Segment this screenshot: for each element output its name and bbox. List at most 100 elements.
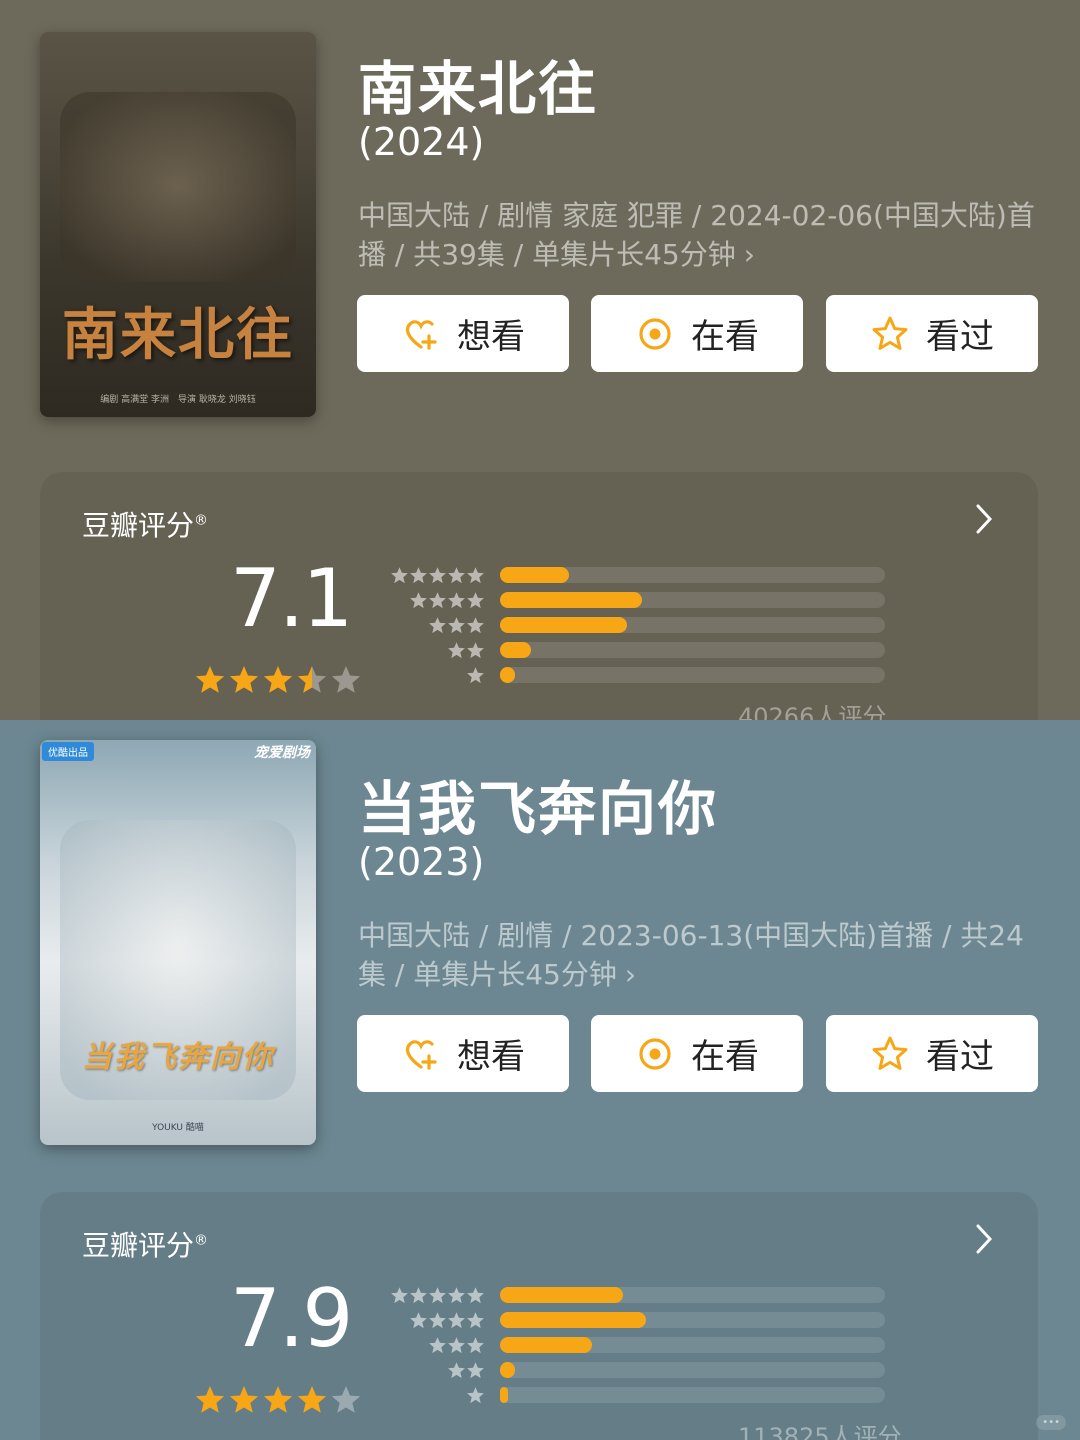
rating-row-stars bbox=[390, 1286, 485, 1306]
rating-row-stars bbox=[447, 641, 485, 661]
star-icon bbox=[448, 1287, 465, 1304]
rating-bar-fill bbox=[500, 1337, 593, 1353]
movie-year: (2024) bbox=[358, 120, 485, 164]
movie-meta[interactable]: 中国大陆 / 剧情 / 2023-06-13(中国大陆)首播 / 共24集 / … bbox=[358, 916, 1038, 994]
watching-button[interactable]: 在看 bbox=[591, 295, 803, 372]
want-button[interactable]: 想看 bbox=[357, 1015, 569, 1092]
rating-bar-track bbox=[500, 1337, 885, 1353]
star-icon bbox=[467, 1362, 484, 1379]
movie-meta[interactable]: 中国大陆 / 剧情 家庭 犯罪 / 2024-02-06(中国大陆)首播 / 共… bbox=[358, 196, 1038, 274]
star-icon bbox=[467, 592, 484, 609]
movie-meta-text: 中国大陆 / 剧情 / 2023-06-13(中国大陆)首播 / 共24集 / … bbox=[358, 919, 1024, 991]
star-icon bbox=[410, 592, 427, 609]
star-icon bbox=[429, 567, 446, 584]
registered-mark: ® bbox=[194, 1232, 209, 1249]
poster-title: 当我飞奔向你 bbox=[82, 1040, 274, 1075]
star-icon bbox=[448, 1362, 465, 1379]
movie-year: (2023) bbox=[358, 840, 485, 884]
rating-card[interactable]: 豆瓣评分® 7.1 40266人评分 bbox=[40, 472, 1038, 720]
chevron-right-icon[interactable] bbox=[970, 1222, 998, 1256]
star-icon bbox=[429, 1312, 446, 1329]
rating-row-1-star bbox=[390, 664, 890, 689]
rating-bar-fill bbox=[500, 642, 531, 658]
star-icon bbox=[410, 1287, 427, 1304]
rating-label: 豆瓣评分® bbox=[82, 504, 208, 544]
rating-row-stars bbox=[466, 1386, 485, 1406]
poster-credits: YOUKU 酷喵 bbox=[152, 1123, 204, 1133]
rating-bar-fill bbox=[500, 1387, 508, 1403]
chevron-right-icon: › bbox=[743, 238, 755, 271]
rating-row-2-star bbox=[390, 1359, 890, 1384]
watched-label: 看过 bbox=[926, 1037, 994, 1077]
star-filled-icon bbox=[229, 1386, 259, 1413]
star-empty-icon bbox=[331, 666, 361, 693]
rating-row-stars bbox=[409, 1311, 485, 1331]
star-icon bbox=[429, 1287, 446, 1304]
rating-row-2-star bbox=[390, 639, 890, 664]
want-button[interactable]: 想看 bbox=[357, 295, 569, 372]
watching-button[interactable]: 在看 bbox=[591, 1015, 803, 1092]
rating-row-5-star bbox=[390, 564, 890, 589]
rating-bar-track bbox=[500, 592, 885, 608]
star-icon bbox=[410, 1312, 427, 1329]
poster-crowd bbox=[60, 92, 296, 282]
rating-bar-fill bbox=[500, 567, 570, 583]
rating-bar-fill bbox=[500, 1287, 624, 1303]
star-icon bbox=[467, 567, 484, 584]
want-label: 想看 bbox=[457, 1037, 525, 1077]
rating-bar-track bbox=[500, 642, 885, 658]
target-icon bbox=[639, 1037, 671, 1070]
rating-count: 113825人评分 bbox=[738, 1423, 902, 1440]
rating-count: 40266人评分 bbox=[738, 703, 887, 720]
registered-mark: ® bbox=[194, 512, 209, 529]
rating-bar-track bbox=[500, 1312, 885, 1328]
star-icon bbox=[448, 617, 465, 634]
star-icon bbox=[410, 567, 427, 584]
star-filled-icon bbox=[195, 1386, 225, 1413]
rating-bar-track bbox=[500, 1287, 885, 1303]
rating-bar-track bbox=[500, 667, 885, 683]
watching-label: 在看 bbox=[691, 1037, 759, 1077]
star-icon bbox=[467, 617, 484, 634]
star-icon bbox=[467, 667, 484, 684]
rating-card[interactable]: 豆瓣评分® 7.9 113825人评分 bbox=[40, 1192, 1038, 1440]
star-icon bbox=[448, 592, 465, 609]
poster-title: 南来北往 bbox=[62, 302, 294, 368]
rating-row-stars bbox=[447, 1361, 485, 1381]
star-icon bbox=[448, 1312, 465, 1329]
star-icon bbox=[448, 567, 465, 584]
movie-section-2: 优酷出品 宠爱剧场 当我飞奔向你 YOUKU 酷喵 当我飞奔向你 (2023) … bbox=[0, 720, 1080, 1440]
movie-meta-text: 中国大陆 / 剧情 家庭 犯罪 / 2024-02-06(中国大陆)首播 / 共… bbox=[358, 199, 1035, 271]
rating-bar-fill bbox=[500, 592, 643, 608]
rating-bar-fill bbox=[500, 1362, 516, 1378]
rating-bar-track bbox=[500, 617, 885, 633]
movie-section-1: 南来北往 编剧 高满堂 李洲 导演 耿晓龙 刘晓钰 南来北往 (2024) 中国… bbox=[0, 0, 1080, 720]
star-icon bbox=[467, 1287, 484, 1304]
poster-badge-right: 宠爱剧场 bbox=[254, 745, 310, 761]
movie-title: 当我飞奔向你 bbox=[358, 775, 719, 843]
star-filled-icon bbox=[229, 666, 259, 693]
rating-row-stars bbox=[466, 666, 485, 686]
rating-stars bbox=[194, 1384, 362, 1416]
rating-score: 7.1 bbox=[230, 552, 353, 645]
star-icon bbox=[391, 567, 408, 584]
rating-row-1-star bbox=[390, 1384, 890, 1409]
rating-bar-fill bbox=[500, 667, 516, 683]
star-icon bbox=[429, 617, 446, 634]
heart-plus-icon bbox=[405, 319, 437, 350]
watched-button[interactable]: 看过 bbox=[826, 295, 1038, 372]
watched-button[interactable]: 看过 bbox=[826, 1015, 1038, 1092]
star-icon bbox=[448, 1337, 465, 1354]
rating-row-4-star bbox=[390, 1309, 890, 1334]
watched-label: 看过 bbox=[926, 317, 994, 357]
chevron-right-icon[interactable] bbox=[970, 502, 998, 536]
poster-image[interactable]: 优酷出品 宠爱剧场 当我飞奔向你 YOUKU 酷喵 bbox=[40, 740, 316, 1145]
want-label: 想看 bbox=[457, 317, 525, 357]
target-icon bbox=[639, 317, 671, 350]
rating-row-4-star bbox=[390, 589, 890, 614]
rating-row-stars bbox=[428, 1336, 485, 1356]
rating-label-text: 豆瓣评分 bbox=[82, 1229, 195, 1262]
star-icon bbox=[429, 1337, 446, 1354]
poster-image[interactable]: 南来北往 编剧 高满堂 李洲 导演 耿晓龙 刘晓钰 bbox=[40, 32, 316, 417]
star-icon bbox=[448, 642, 465, 659]
